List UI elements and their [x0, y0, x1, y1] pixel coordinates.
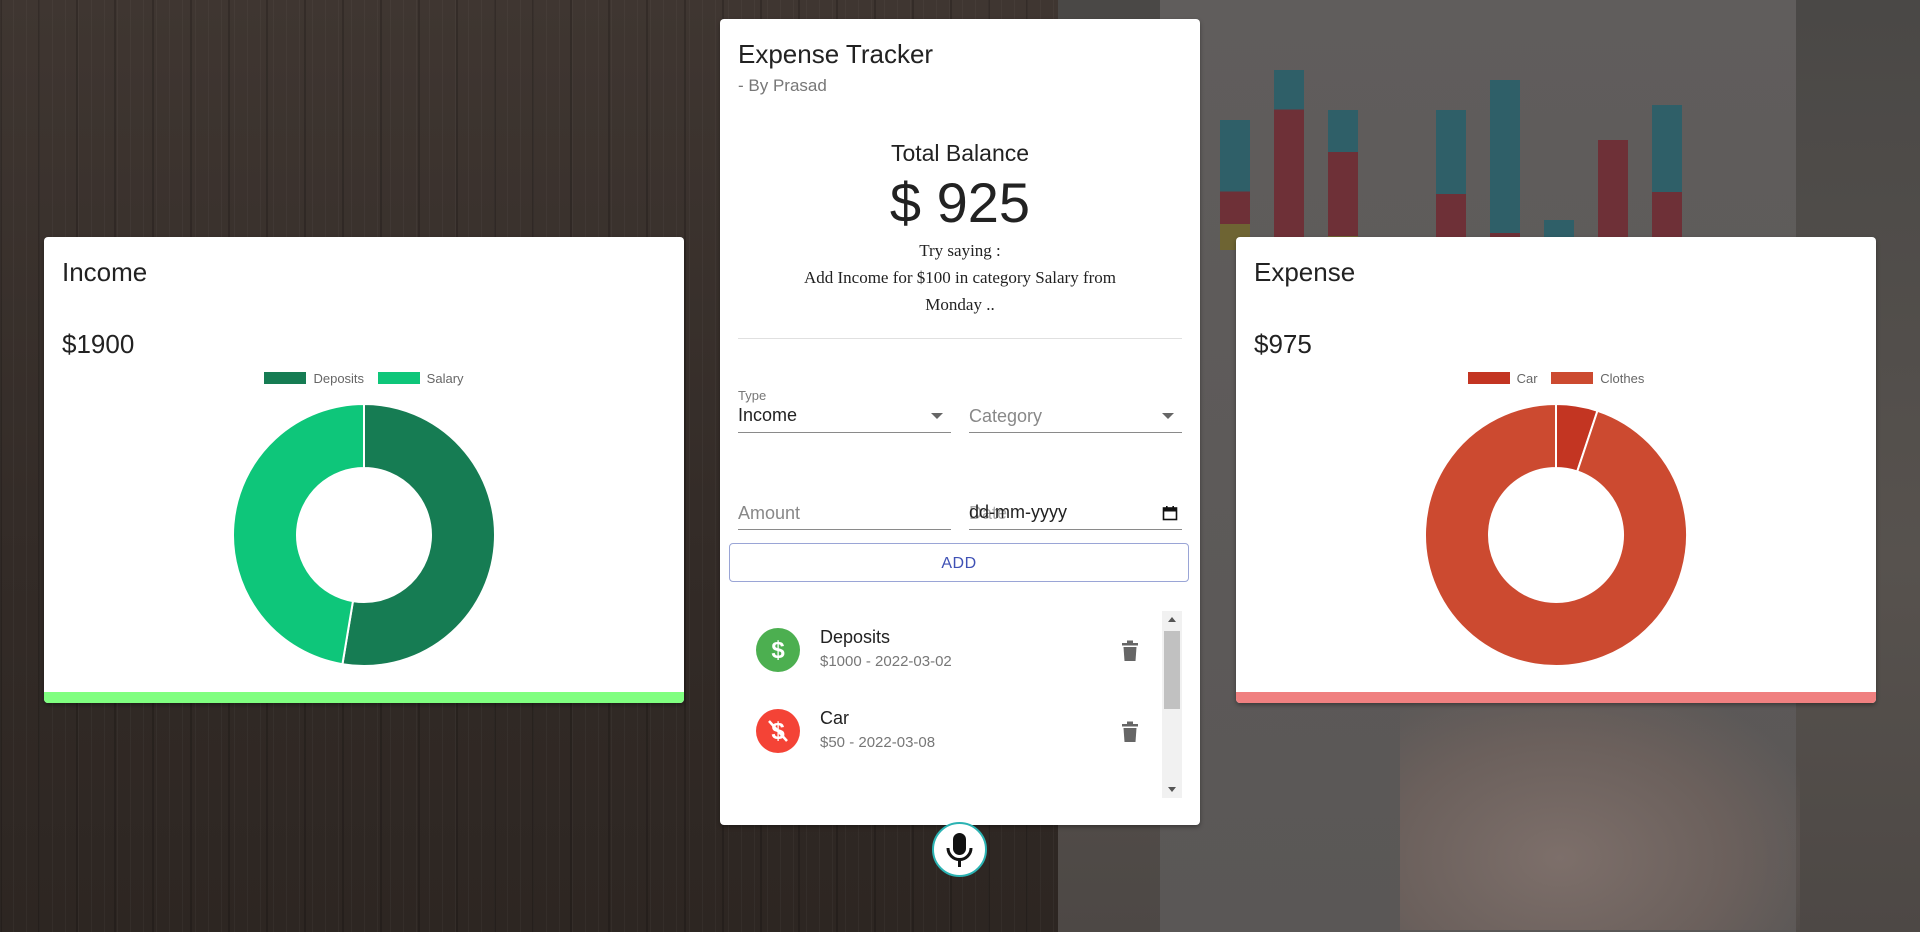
- donut-slice-clothes[interactable]: [1424, 402, 1688, 667]
- income-legend: Deposits Salary: [44, 371, 684, 386]
- expense-card: Expense $975 Car Clothes: [1236, 237, 1876, 703]
- amount-input[interactable]: Amount: [738, 492, 951, 530]
- income-amount: $1900: [62, 329, 135, 359]
- category-select[interactable]: Category: [969, 388, 1182, 433]
- microphone-button[interactable]: [932, 822, 987, 877]
- hint-line: Try saying :: [919, 241, 1001, 260]
- legend-item-clothes[interactable]: Clothes: [1551, 371, 1644, 386]
- balance-label: Total Balance: [890, 140, 1030, 166]
- date-input[interactable]: Date dd-mm-yyyy: [969, 492, 1182, 530]
- date-placeholder: dd-mm-yyyy: [969, 502, 1067, 522]
- type-value: Income: [738, 405, 798, 425]
- list-item[interactable]: $ Deposits $1000 - 2022-03-02: [738, 610, 1158, 690]
- money-off-icon: $: [756, 709, 800, 753]
- donut-slice-salary[interactable]: [232, 402, 365, 666]
- transaction-detail: $1000 - 2022-03-02: [820, 653, 952, 670]
- scroll-down-arrow-icon[interactable]: [1168, 787, 1176, 792]
- hint-line: Monday ..: [925, 295, 995, 314]
- legend-swatch: [377, 372, 420, 384]
- list-item[interactable]: $ Car $50 - 2022-03-08: [738, 691, 1158, 771]
- income-title: Income: [62, 257, 148, 287]
- type-label: Type: [738, 388, 767, 403]
- category-placeholder: Category: [969, 406, 1043, 426]
- expense-amount: $975: [1254, 329, 1312, 359]
- transaction-name: Deposits: [820, 627, 891, 647]
- income-footer-bar: [44, 692, 684, 703]
- scrollbar-thumb[interactable]: [1164, 631, 1180, 709]
- expense-footer-bar: [1236, 692, 1876, 703]
- divider: [738, 338, 1182, 339]
- scroll-up-arrow-icon[interactable]: [1168, 617, 1176, 622]
- legend-swatch: [1551, 372, 1594, 384]
- income-card: Income $1900 Deposits Salary: [44, 237, 684, 703]
- expense-title: Expense: [1254, 257, 1356, 287]
- list-scrollbar[interactable]: [1162, 611, 1182, 798]
- legend-item-salary[interactable]: Salary: [377, 371, 464, 386]
- app-title: Expense Tracker: [738, 39, 934, 69]
- legend-label: Clothes: [1600, 371, 1645, 386]
- hint-line: Add Income for $100 in category Salary f…: [803, 268, 1117, 287]
- add-button[interactable]: ADD: [729, 543, 1189, 582]
- svg-text:$: $: [771, 637, 785, 664]
- expense-donut-chart: [1424, 402, 1688, 667]
- voice-hint: Try saying : Add Income for $100 in cate…: [780, 237, 1140, 318]
- donut-slice-deposits[interactable]: [341, 402, 496, 667]
- background-chart-decoration: [1210, 60, 1770, 250]
- delete-icon[interactable]: [1120, 721, 1140, 743]
- legend-label: Deposits: [313, 371, 365, 386]
- transaction-list: $ Deposits $1000 - 2022-03-02 $ Car $50 …: [738, 610, 1182, 797]
- calendar-icon[interactable]: [1162, 505, 1178, 521]
- transaction-detail: $50 - 2022-03-08: [820, 734, 936, 751]
- income-donut-chart: [232, 402, 496, 667]
- delete-icon[interactable]: [1120, 640, 1140, 662]
- app-subtitle: - By Prasad: [738, 76, 827, 95]
- type-select[interactable]: Type Income: [738, 388, 951, 433]
- dollar-icon: $: [756, 628, 800, 672]
- legend-label: Salary: [426, 371, 464, 386]
- expense-legend: Car Clothes: [1236, 371, 1876, 386]
- background-hand: [1400, 690, 1800, 930]
- legend-item-car[interactable]: Car: [1467, 371, 1538, 386]
- expense-tracker-card: Expense Tracker - By Prasad Total Balanc…: [720, 19, 1200, 825]
- transaction-name: Car: [820, 708, 850, 728]
- legend-swatch: [1467, 372, 1510, 384]
- balance-value: $ 925: [889, 171, 1031, 234]
- amount-placeholder: Amount: [738, 503, 801, 523]
- legend-label: Car: [1516, 371, 1538, 386]
- chevron-down-icon: [931, 413, 943, 419]
- microphone-icon: [946, 833, 973, 867]
- chevron-down-icon: [1162, 413, 1174, 419]
- legend-item-deposits[interactable]: Deposits: [264, 371, 364, 386]
- legend-swatch: [264, 372, 307, 384]
